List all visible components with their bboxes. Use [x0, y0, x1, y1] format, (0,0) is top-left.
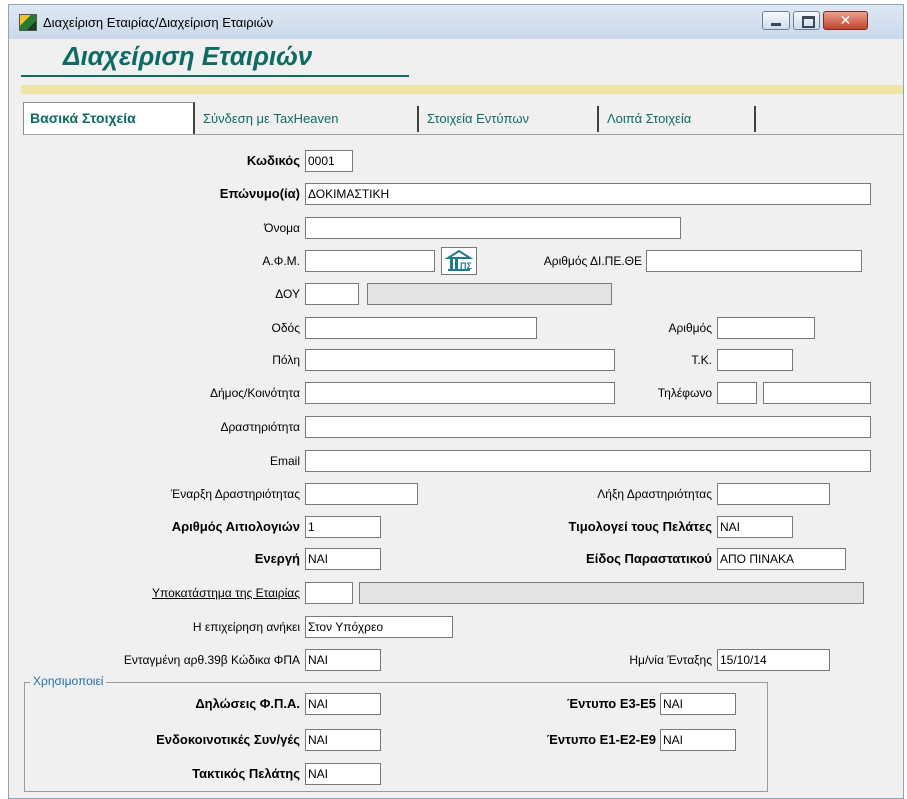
- maximize-icon: [802, 16, 815, 28]
- doy-code-input[interactable]: [305, 283, 359, 305]
- document-type-label: Είδος Παραστατικού: [586, 551, 712, 566]
- surname-label: Επώνυμο(ία): [219, 186, 300, 201]
- activity-label: Δραστηριότητα: [220, 420, 300, 434]
- e1e2e9-input[interactable]: ΝΑΙ: [660, 729, 736, 751]
- belongs-to-input[interactable]: Στον Υπόχρεο: [305, 616, 453, 638]
- close-button[interactable]: ✕: [823, 11, 868, 30]
- email-input[interactable]: [305, 450, 871, 472]
- tab-taxheaven-connection[interactable]: Σύνδεση με TaxHeaven: [197, 106, 419, 132]
- invoice-count-input[interactable]: 1: [305, 516, 381, 538]
- art39b-label: Ενταγμένη αρθ.39β Κώδικα ΦΠΑ: [123, 653, 300, 667]
- intra-community-input[interactable]: ΝΑΙ: [305, 729, 381, 751]
- afm-label: Α.Φ.Μ.: [262, 254, 300, 268]
- municipality-label: Δήμος/Κοινότητα: [209, 386, 300, 400]
- minimize-button[interactable]: [762, 11, 790, 30]
- phone-label: Τηλέφωνο: [657, 386, 712, 400]
- municipality-input[interactable]: [305, 382, 615, 404]
- dipethe-label: Αριθμός ΔΙ.ΠΕ.ΘΕ: [543, 254, 642, 268]
- page-title: Διαχείριση Εταιριών: [63, 41, 313, 71]
- end-activity-input[interactable]: [717, 483, 830, 505]
- window-title: Διαχείριση Εταιρίας/Διαχείριση Εταιριών: [43, 15, 274, 30]
- e3e5-input[interactable]: ΝΑΙ: [660, 693, 736, 715]
- city-input[interactable]: [305, 349, 615, 371]
- vat-returns-label: Δηλώσεις Φ.Π.Α.: [195, 696, 300, 711]
- city-label: Πόλη: [272, 353, 300, 367]
- street-input[interactable]: [305, 317, 537, 339]
- regular-customer-label: Τακτικός Πελάτης: [192, 766, 300, 781]
- name-label: Όνομα: [264, 221, 300, 235]
- invoices-customers-label: Τιμολογεί τους Πελάτες: [568, 519, 712, 534]
- belongs-to-label: Η επιχείρηση ανήκει: [192, 620, 300, 634]
- afm-input[interactable]: [305, 250, 435, 272]
- regular-customer-input[interactable]: ΝΑΙ: [305, 763, 381, 785]
- inclusion-date-label: Ημ/νία Ένταξης: [629, 653, 712, 667]
- surname-input[interactable]: ΔΟΚΙΜΑΣΤΙΚΗ: [305, 183, 871, 205]
- phone-prefix-input[interactable]: [717, 382, 757, 404]
- art39b-input[interactable]: ΝΑΙ: [305, 649, 381, 671]
- taxisnet-lookup-icon: ΠΣ: [444, 249, 474, 271]
- title-bar: Διαχείριση Εταιρίας/Διαχείριση Εταιριών …: [9, 5, 903, 39]
- end-activity-label: Λήξη Δραστηριότητας: [597, 487, 712, 501]
- doy-name-display: [367, 283, 612, 305]
- branch-name-display: [359, 582, 864, 604]
- code-input[interactable]: 0001: [305, 150, 353, 172]
- inclusion-date-input[interactable]: 15/10/14: [717, 649, 830, 671]
- e1e2e9-label: Έντυπο Ε1-Ε2-Ε9: [546, 732, 656, 747]
- uses-group-title: Χρησιμοποιεί: [30, 674, 107, 688]
- title-underline: [21, 75, 409, 77]
- phone-input[interactable]: [763, 382, 871, 404]
- minimize-icon: [771, 23, 781, 26]
- tab-other-details[interactable]: Λοιπά Στοιχεία: [601, 106, 756, 132]
- invoice-count-label: Αριθμός Αιτιολογιών: [171, 519, 300, 534]
- start-activity-label: Έναρξη Δραστηριότητας: [170, 487, 300, 501]
- tab-bar: Βασικά Στοιχεία Σύνδεση με TaxHeaven Στο…: [23, 102, 893, 134]
- postcode-label: Τ.Κ.: [691, 353, 712, 367]
- name-input[interactable]: [305, 217, 681, 239]
- afm-lookup-button[interactable]: ΠΣ: [441, 247, 477, 275]
- tab-panel-border: [23, 134, 903, 135]
- invoices-customers-input[interactable]: ΝΑΙ: [717, 516, 793, 538]
- branch-label[interactable]: Υποκατάστημα της Εταιρίας: [80, 582, 300, 604]
- doy-label: ΔΟΥ: [275, 287, 300, 301]
- maximize-button[interactable]: [793, 11, 820, 30]
- email-label: Email: [269, 454, 300, 468]
- header-band: [21, 85, 903, 94]
- app-logo-icon: [19, 14, 37, 31]
- code-label: Κωδικός: [246, 153, 300, 168]
- number-input[interactable]: [717, 317, 815, 339]
- e3e5-label: Έντυπο Ε3-Ε5: [567, 696, 656, 711]
- dipethe-input[interactable]: [646, 250, 862, 272]
- active-input[interactable]: ΝΑΙ: [305, 548, 381, 570]
- branch-code-input[interactable]: [305, 582, 353, 604]
- activity-input[interactable]: [305, 416, 871, 438]
- tab-basic-info[interactable]: Βασικά Στοιχεία: [23, 102, 195, 134]
- start-activity-input[interactable]: [305, 483, 418, 505]
- vat-returns-input[interactable]: ΝΑΙ: [305, 693, 381, 715]
- close-icon: ✕: [839, 12, 852, 28]
- document-type-input[interactable]: ΑΠΟ ΠΙΝΑΚΑ: [717, 548, 846, 570]
- intra-community-label: Ενδοκοινοτικές Συν/γές: [156, 732, 300, 747]
- street-label: Οδός: [271, 321, 300, 335]
- active-label: Ενεργή: [254, 551, 300, 566]
- tab-form-details[interactable]: Στοιχεία Εντύπων: [421, 106, 599, 132]
- number-label: Αριθμός: [668, 321, 712, 335]
- postcode-input[interactable]: [717, 349, 793, 371]
